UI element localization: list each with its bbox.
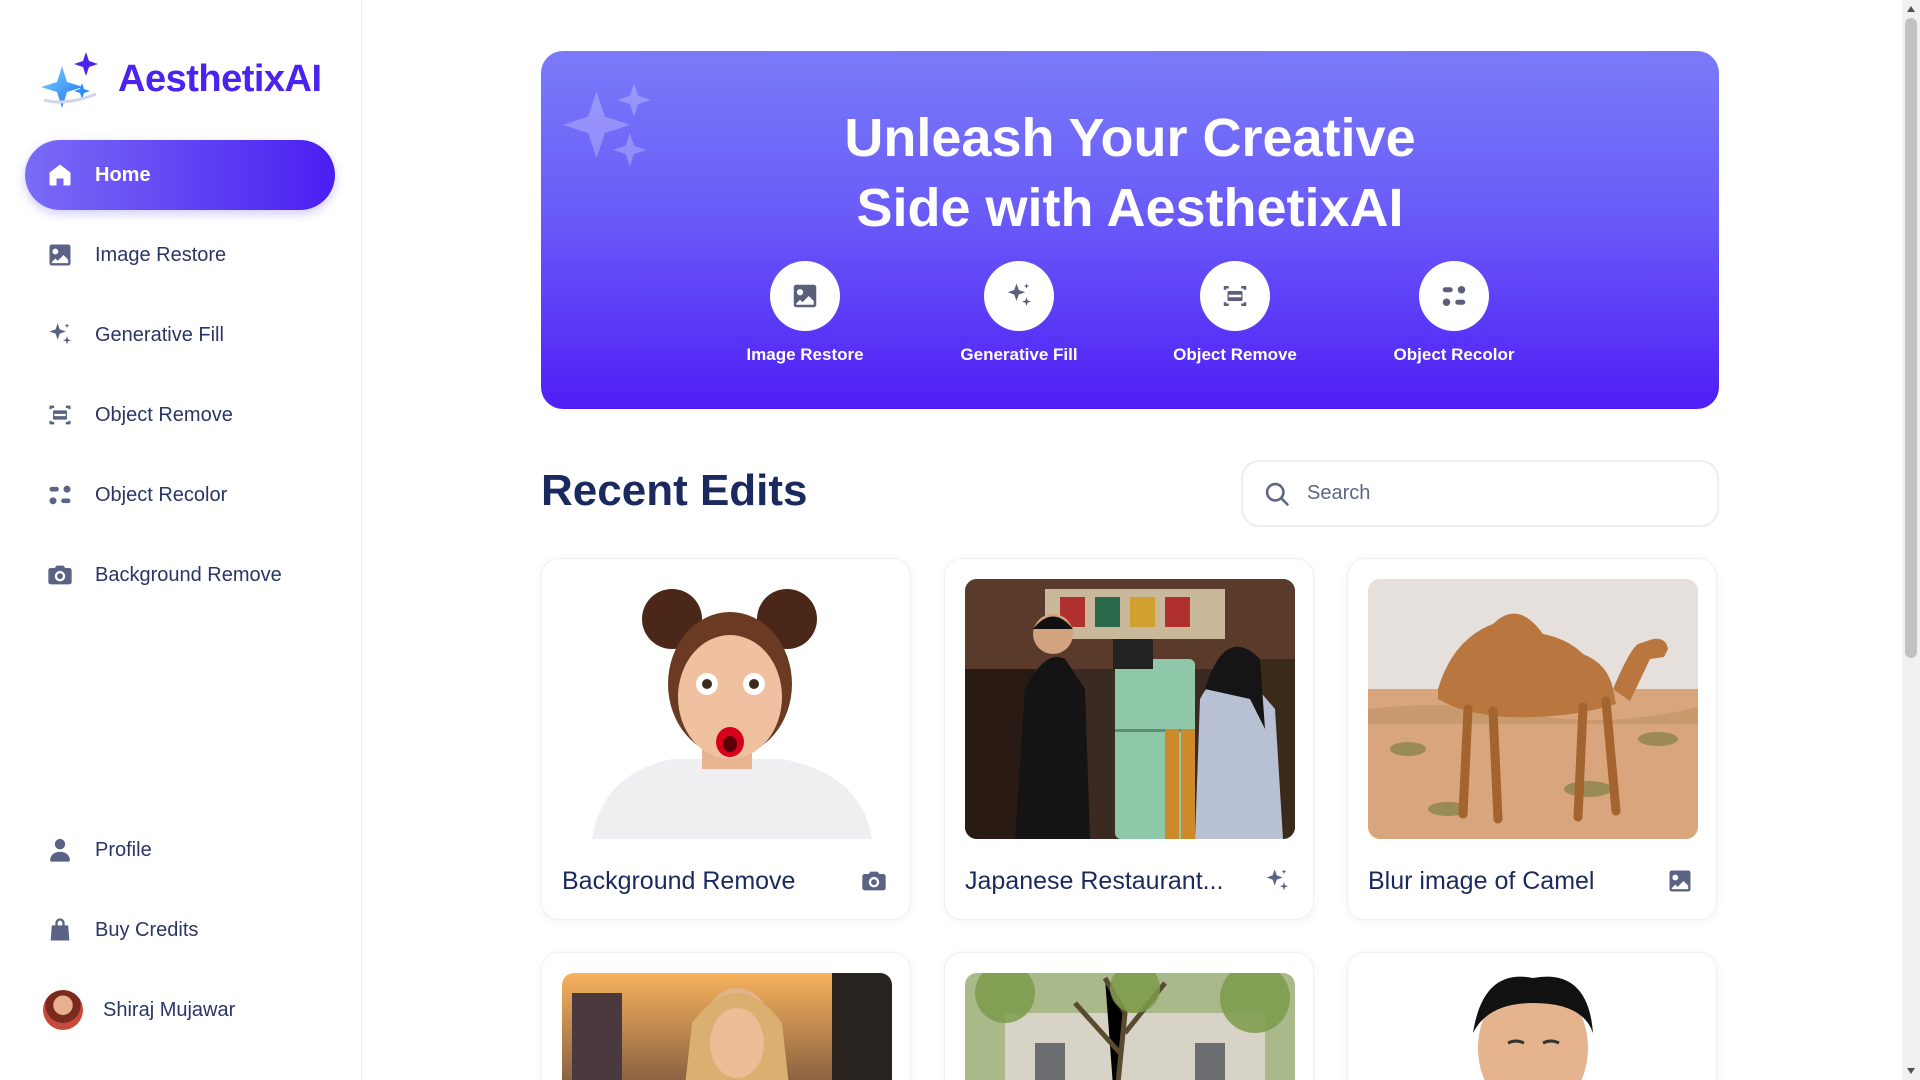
recent-edit-card[interactable]: Background Remove [541, 558, 911, 920]
scroll-up-arrow-icon[interactable] [1906, 4, 1916, 14]
sidebar-bottom: Profile Buy Credits Shiraj Mujawar [25, 815, 335, 1045]
bag-icon [45, 915, 75, 945]
sidebar-item-label: Background Remove [95, 563, 282, 586]
app-logo[interactable]: AesthetixAI [36, 48, 322, 110]
sidebar-item-object-recolor[interactable]: Object Recolor [25, 460, 335, 530]
sidebar-item-label: Home [95, 163, 151, 186]
avatar [43, 990, 83, 1030]
camera-icon [45, 560, 75, 590]
sidebar-item-object-remove[interactable]: Object Remove [25, 380, 335, 450]
sidebar-item-label: Object Recolor [95, 483, 228, 506]
sparkles-icon [45, 320, 75, 350]
image-icon [790, 281, 820, 311]
image-icon [45, 240, 75, 270]
hero-banner: Unleash Your Creative Side with Aestheti… [541, 51, 1719, 409]
user-profile[interactable]: Shiraj Mujawar [25, 975, 335, 1045]
card-title: Background Remove [562, 867, 796, 895]
user-icon [45, 835, 75, 865]
sidebar-item-image-restore[interactable]: Image Restore [25, 220, 335, 290]
edit-thumbnail [1368, 973, 1698, 1080]
sparkles-logo-icon [41, 52, 98, 108]
card-title: Blur image of Camel [1368, 867, 1595, 895]
scan-icon [1220, 281, 1250, 311]
recolor-icon [45, 480, 75, 510]
page-scrollbar[interactable] [1902, 0, 1920, 1080]
quick-action-label: Object Recolor [1393, 345, 1515, 364]
recent-edit-card[interactable]: Blur image of Camel [1347, 558, 1717, 920]
edit-thumbnail [965, 973, 1295, 1080]
sidebar-nav: Home Image Restore Generative Fill Objec… [25, 140, 335, 620]
edit-thumbnail [1368, 579, 1698, 839]
sidebar-item-label: Generative Fill [95, 323, 224, 346]
sidebar-item-buy-credits[interactable]: Buy Credits [25, 895, 335, 965]
sidebar-item-background-remove[interactable]: Background Remove [25, 540, 335, 610]
sidebar-item-label: Profile [95, 838, 152, 861]
search-input[interactable] [1307, 482, 1687, 505]
quick-action-object-remove[interactable]: Object Remove [1145, 261, 1325, 365]
image-icon [1666, 867, 1694, 895]
app-name: AesthetixAI [118, 57, 322, 100]
recent-edit-card[interactable]: Japanese Restaurant... [944, 558, 1314, 920]
edit-thumbnail [965, 579, 1295, 839]
hero-title: Unleash Your Creative Side with Aestheti… [844, 108, 1416, 238]
camera-icon [860, 867, 888, 895]
recent-edit-card[interactable] [541, 952, 911, 1080]
recent-edit-card[interactable] [1347, 952, 1717, 1080]
sidebar-item-label: Object Remove [95, 403, 233, 426]
sidebar-item-label: Buy Credits [95, 918, 199, 941]
sparkles-icon [1263, 867, 1291, 895]
quick-action-object-recolor[interactable]: Object Recolor [1364, 261, 1544, 365]
recolor-icon [1439, 281, 1469, 311]
edit-thumbnail [562, 973, 892, 1080]
quick-action-label: Object Remove [1173, 345, 1297, 364]
sidebar: AesthetixAI Home Image Restore Generativ… [0, 0, 362, 1080]
sidebar-item-profile[interactable]: Profile [25, 815, 335, 885]
search-icon [1265, 482, 1289, 506]
quick-action-label: Generative Fill [960, 345, 1078, 364]
scan-icon [45, 400, 75, 430]
sidebar-item-generative-fill[interactable]: Generative Fill [25, 300, 335, 370]
home-icon [45, 160, 75, 190]
search-box[interactable] [1241, 460, 1719, 527]
card-title: Japanese Restaurant... [965, 867, 1224, 895]
scroll-down-arrow-icon[interactable] [1906, 1066, 1916, 1076]
user-name: Shiraj Mujawar [103, 998, 236, 1021]
edit-thumbnail [562, 579, 892, 839]
quick-action-label: Image Restore [746, 345, 864, 364]
sidebar-item-label: Image Restore [95, 243, 227, 266]
sidebar-item-home[interactable]: Home [25, 140, 335, 210]
quick-action-image-restore[interactable]: Image Restore [715, 261, 895, 365]
recent-edit-card[interactable] [944, 952, 1314, 1080]
quick-action-generative-fill[interactable]: Generative Fill [929, 261, 1109, 365]
sparkles-icon [1004, 281, 1034, 311]
section-title: Recent Edits [541, 466, 808, 515]
scrollbar-thumb[interactable] [1905, 18, 1917, 658]
